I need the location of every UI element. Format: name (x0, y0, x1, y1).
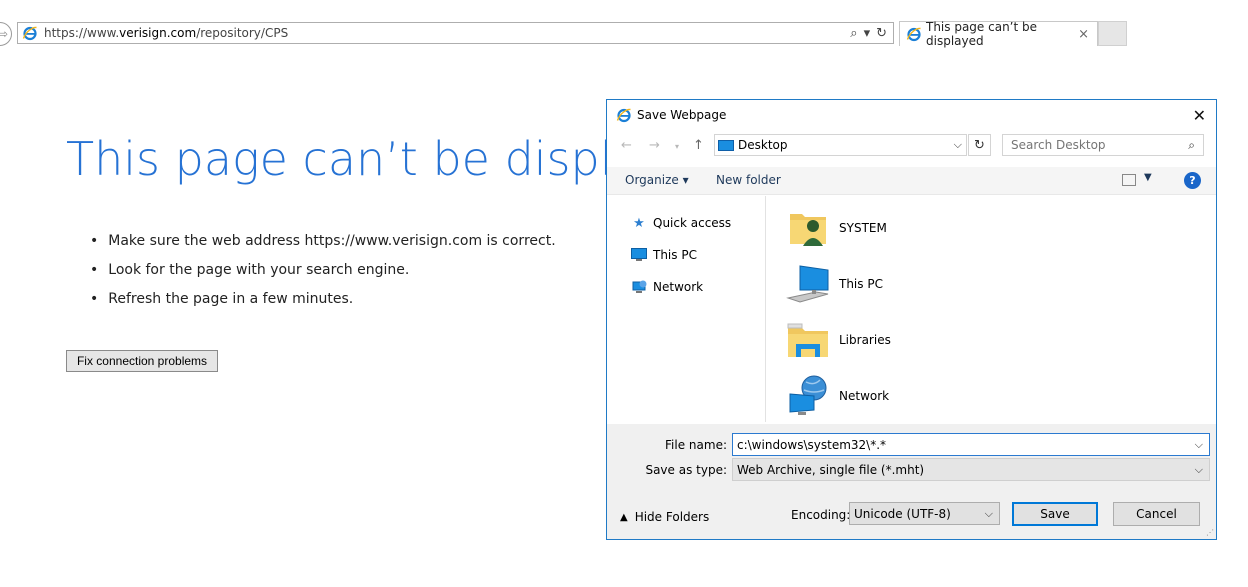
error-suggestions: Make sure the web address https://www.ve… (90, 230, 556, 317)
refresh-icon[interactable]: ↻ (968, 134, 991, 156)
list-item-label: Libraries (839, 333, 891, 347)
chevron-down-icon[interactable]: ⌵ (985, 507, 993, 521)
address-text[interactable]: https://www.verisign.com/repository/CPS (44, 26, 850, 40)
save-as-type-label: Save as type: (645, 463, 727, 477)
list-item-libraries[interactable]: Libraries (786, 318, 891, 362)
encoding-value: Unicode (UTF-8) (854, 506, 951, 521)
file-name-field[interactable]: ⌵ (732, 433, 1210, 456)
chevron-up-icon: ▲ (620, 511, 628, 523)
new-tab-button[interactable] (1098, 21, 1127, 46)
cancel-button[interactable]: Cancel (1113, 502, 1200, 526)
list-item-label: Network (839, 389, 890, 403)
save-as-type-value: Web Archive, single file (*.mht) (737, 462, 925, 477)
nav-item-quick-access[interactable]: ★ Quick access (631, 215, 732, 231)
fix-connection-button[interactable]: Fix connection problems (66, 350, 218, 372)
search-icon[interactable]: ⌕ (850, 26, 857, 41)
suggestion-item: Make sure the web address https://www.ve… (90, 230, 555, 259)
save-options-panel: File name: ⌵ Save as type: Web Archive, … (607, 424, 1216, 539)
tab-close-icon[interactable]: × (1078, 27, 1089, 42)
search-field[interactable]: ⌕ (1002, 134, 1204, 156)
computer-icon (786, 262, 830, 306)
list-item-this-pc[interactable]: This PC (786, 262, 883, 306)
network-globe-icon (786, 374, 830, 418)
dropdown-icon[interactable]: ▾ (864, 26, 871, 41)
address-bar[interactable]: https://www.verisign.com/repository/CPS … (17, 22, 894, 44)
location-label: Desktop (738, 138, 788, 152)
forward-icon[interactable]: → (649, 138, 660, 153)
chevron-down-icon[interactable]: ▼ (1144, 172, 1152, 183)
ie-logo-icon (906, 27, 921, 42)
navigation-pane: ★ Quick access This PC Network (607, 196, 766, 422)
file-name-label: File name: (665, 438, 727, 452)
dialog-title: Save Webpage (637, 108, 727, 122)
address-prefix: https://www. (44, 26, 120, 40)
list-item-network[interactable]: Network (786, 374, 889, 418)
browser-tab[interactable]: This page can’t be displayed × (899, 20, 1098, 48)
navigation-row: ← → ▾ ↑ Desktop ⌵ ↻ ⌕ (607, 134, 1216, 158)
libraries-icon (786, 318, 830, 362)
resize-grip-icon[interactable]: ⋰ (1206, 529, 1214, 537)
user-folder-icon (786, 206, 830, 250)
chevron-down-icon[interactable]: ⌵ (1195, 463, 1203, 477)
star-icon: ★ (633, 215, 645, 231)
close-icon[interactable]: ✕ (1193, 106, 1206, 125)
list-item-label: SYSTEM (839, 221, 887, 235)
suggestion-item: Look for the page with your search engin… (90, 259, 556, 288)
list-item-label: This PC (839, 277, 883, 291)
back-arrow-icon: ⇨ (0, 27, 8, 41)
view-options-icon[interactable] (1122, 174, 1136, 186)
chevron-down-icon[interactable]: ⌵ (1195, 438, 1203, 452)
hide-folders-label: Hide Folders (634, 510, 710, 524)
tab-title: This page can’t be displayed (926, 20, 1038, 48)
nav-item-label: This PC (653, 248, 697, 262)
chevron-down-icon[interactable]: ⌵ (954, 138, 962, 152)
refresh-icon[interactable]: ↻ (876, 26, 887, 41)
address-domain: verisign.com (119, 26, 197, 40)
up-icon[interactable]: ↑ (693, 138, 704, 153)
address-suffix: /repository/CPS (196, 26, 289, 40)
dialog-toolbar: Organize ▾ New folder ▼ ? (607, 167, 1216, 195)
back-button[interactable]: ⇨ (0, 22, 12, 46)
nav-item-label: Quick access (653, 216, 732, 230)
suggestion-item: Refresh the page in a few minutes. (90, 288, 556, 317)
file-name-input[interactable] (733, 436, 1195, 453)
save-as-type-select[interactable]: Web Archive, single file (*.mht) ⌵ (732, 458, 1210, 481)
save-button[interactable]: Save (1012, 502, 1098, 526)
file-list: SYSTEM This PC Libraries Network (766, 196, 1216, 422)
location-breadcrumb[interactable]: Desktop ⌵ (714, 134, 967, 156)
new-folder-button[interactable]: New folder (716, 173, 781, 187)
search-icon: ⌕ (1188, 137, 1195, 152)
back-icon[interactable]: ← (621, 138, 632, 153)
ie-logo-icon (616, 108, 631, 123)
save-webpage-dialog: Save Webpage ✕ ← → ▾ ↑ Desktop ⌵ ↻ ⌕ Org… (606, 99, 1217, 540)
help-icon[interactable]: ? (1184, 172, 1201, 189)
nav-item-label: Network (653, 280, 704, 294)
hide-folders-button[interactable]: ▲ Hide Folders (620, 510, 709, 524)
recent-chevron-icon[interactable]: ▾ (675, 142, 679, 151)
nav-item-network[interactable]: Network (631, 280, 703, 294)
search-input[interactable] (1003, 137, 1189, 153)
encoding-select[interactable]: Unicode (UTF-8) ⌵ (849, 502, 1000, 525)
encoding-label: Encoding: (791, 508, 851, 522)
network-icon (631, 280, 647, 294)
nav-item-this-pc[interactable]: This PC (631, 248, 697, 262)
desktop-icon (718, 139, 734, 151)
list-item-system[interactable]: SYSTEM (786, 206, 887, 250)
dialog-titlebar[interactable]: Save Webpage ✕ (607, 100, 1216, 130)
ie-logo-icon (22, 26, 37, 41)
organize-button[interactable]: Organize ▾ (625, 173, 689, 187)
computer-icon (631, 248, 647, 262)
